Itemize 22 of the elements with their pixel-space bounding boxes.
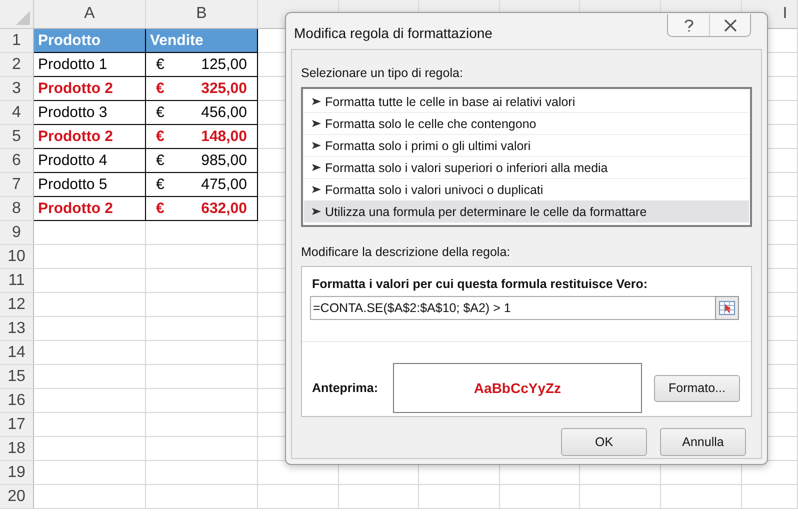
- table-cell: € 148,00: [146, 125, 258, 149]
- column-heading: Prodotto: [34, 29, 146, 53]
- table-cell: € 456,00: [146, 101, 258, 125]
- table-cell: Prodotto 3: [34, 101, 146, 125]
- table-cell: € 985,00: [146, 149, 258, 173]
- section-label: Modificare la descrizione della regola:: [301, 245, 510, 261]
- dialog-title: Modifica regola di formattazione: [294, 25, 492, 41]
- table-cell: Prodotto 2: [34, 77, 146, 101]
- column-heading: Vendite: [146, 29, 258, 53]
- table-cell: Prodotto 5: [34, 173, 146, 197]
- table-cell: € 632,00: [146, 197, 258, 221]
- table-cell: Prodotto 2: [34, 197, 146, 221]
- table-cell: Prodotto 1: [34, 53, 146, 77]
- table-cell: Prodotto 4: [34, 149, 146, 173]
- table-cell: € 475,00: [146, 173, 258, 197]
- section-label: Selezionare un tipo di regola:: [301, 66, 463, 82]
- preview-box: AaBbCcYyZz: [393, 363, 642, 413]
- preview-label: Anteprima:: [312, 381, 379, 395]
- table-cell: € 125,00: [146, 53, 258, 77]
- formula-label: Formatta i valori per cui questa formula restituisce Vero:: [312, 277, 648, 291]
- table-cell: € 325,00: [146, 77, 258, 101]
- table-cell: Prodotto 2: [34, 125, 146, 149]
